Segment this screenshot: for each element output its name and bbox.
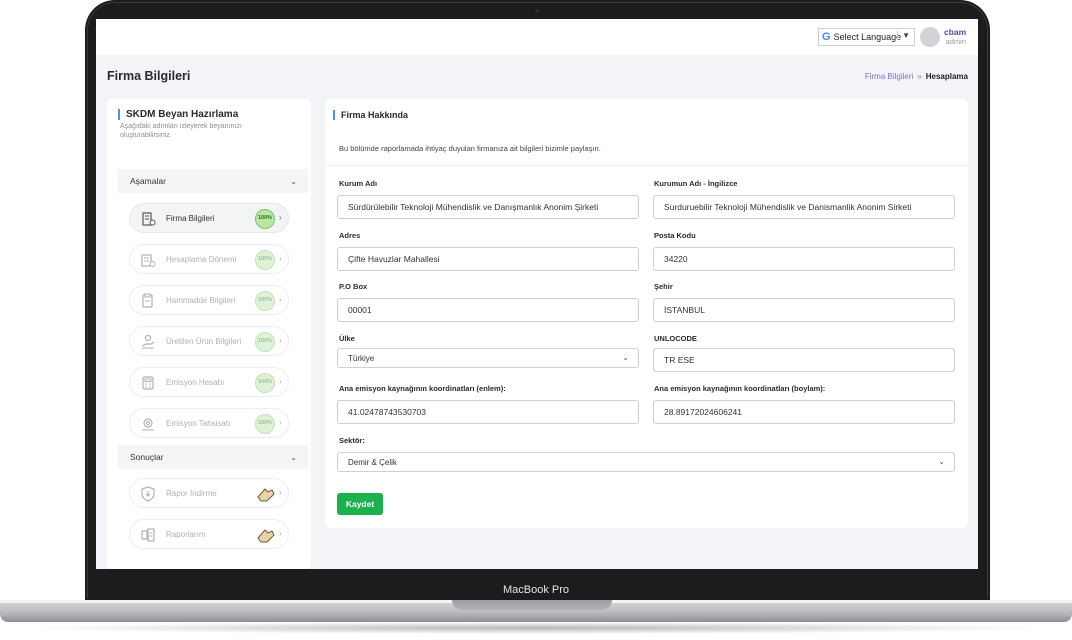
chevron-down-icon: ⌄ (622, 353, 629, 362)
chevron-right-icon: › (279, 529, 282, 538)
language-select-label: Select Language (833, 32, 902, 42)
form-title: Firma Hakkında (333, 110, 408, 120)
step-label: Hammadde Bilgileri (166, 295, 236, 305)
label-kurum-adi: Kurum Adı (339, 179, 378, 188)
save-button[interactable]: Kaydet (337, 493, 383, 515)
posta-kodu-input[interactable]: 34220 (653, 247, 955, 271)
chevron-down-icon: ⌄ (290, 176, 297, 186)
step-emisyon-tahsisati[interactable]: Emisyon Tahsisatı 100% › (129, 408, 289, 438)
unlocode-input[interactable]: TR ESE (653, 348, 955, 372)
chevron-right-icon: › (279, 295, 282, 304)
chevron-right-icon: › (279, 254, 282, 263)
steps-panel: SKDM Beyan Hazırlama Aşağıdaki adımları … (107, 99, 311, 569)
progress-badge: 100% (255, 414, 275, 434)
progress-badge: 100% (255, 291, 275, 311)
divider (325, 165, 968, 166)
laptop-shadow (20, 622, 1052, 634)
app-screen: G Select Language ▼ cbam admin Firma Bil… (96, 19, 978, 569)
result-label: Rapor İndirme (166, 488, 217, 498)
sehir-input[interactable]: İSTANBUL (653, 298, 955, 322)
device-model-label: MacBook Pro (502, 584, 570, 596)
chevron-right-icon: › (279, 488, 282, 497)
result-raporlarim[interactable]: Raporlarım › (129, 519, 289, 549)
section-stages-label: Aşamalar (130, 176, 166, 186)
label-kurum-adi-en: Kurumun Adı - İngilizce (654, 179, 738, 188)
step-uretilen-urun-bilgileri[interactable]: Üretilen Ürün Bilgileri 100% › (129, 326, 289, 356)
label-sehir: Şehir (654, 282, 673, 291)
kurum-adi-en-input[interactable]: Surduruebilir Teknoloji Mühendislik ve D… (653, 195, 955, 219)
page-title: Firma Bilgileri (107, 69, 191, 83)
google-icon: G (822, 31, 831, 43)
label-unlocode: UNLOCODE (654, 334, 697, 343)
sektor-select[interactable]: Demir & Çelik ⌄ (337, 452, 955, 472)
label-sektor: Sektör: (339, 436, 365, 445)
form-description: Bu bölümde raporlamada ihtiyaç duyulan f… (339, 144, 601, 153)
gear-money-icon (142, 418, 154, 431)
boylam-input[interactable]: 28.89172024606241 (653, 400, 955, 424)
panel-title: SKDM Beyan Hazırlama (118, 109, 238, 120)
progress-badge: 100% (255, 332, 275, 352)
step-firma-bilgileri[interactable]: Firma Bilgileri 100% › (129, 203, 289, 233)
step-hesaplama-donemi[interactable]: Hesaplama Dönemi 100% › (129, 244, 289, 274)
breadcrumb-separator: » (917, 72, 922, 81)
chevron-right-icon: › (279, 418, 282, 427)
chevron-right-icon: › (279, 213, 282, 222)
company-form-card: Firma Hakkında Bu bölümde raporlamada ih… (325, 99, 968, 528)
label-po-box: P.O Box (339, 282, 368, 291)
label-boylam: Ana emisyon kaynağının koordinatları (bo… (654, 384, 826, 393)
chevron-right-icon: › (279, 377, 282, 386)
user-role: admin (945, 37, 966, 46)
hand-pointer-icon (257, 488, 275, 502)
breadcrumb-link[interactable]: Firma Bilgileri (865, 72, 913, 81)
building-coins-icon (142, 212, 156, 226)
ulke-select[interactable]: Türkiye ⌄ (337, 348, 639, 368)
report-list-icon (141, 528, 155, 542)
label-ulke: Ülke (339, 334, 355, 343)
adres-input[interactable]: Çifte Havuzlar Mahallesi (337, 247, 639, 271)
step-label: Üretilen Ürün Bilgileri (166, 336, 242, 346)
step-label: Emisyon Tahsisatı (166, 418, 231, 428)
result-rapor-indirme[interactable]: Rapor İndirme › (129, 478, 289, 508)
box-clipboard-icon (142, 293, 153, 308)
label-enlem: Ana emisyon kaynağının koordinatları (en… (339, 384, 506, 393)
laptop-notch (452, 600, 612, 610)
progress-badge: 100% (255, 373, 275, 393)
step-label: Firma Bilgileri (166, 213, 215, 223)
section-results[interactable]: Sonuçlar ⌄ (118, 445, 308, 469)
label-adres: Adres (339, 231, 361, 240)
section-stages[interactable]: Aşamalar ⌄ (118, 169, 308, 193)
po-box-input[interactable]: 00001 (337, 298, 639, 322)
hand-pointer-icon (257, 529, 275, 543)
step-hammadde-bilgileri[interactable]: Hammadde Bilgileri 100% › (129, 285, 289, 315)
breadcrumb: Firma Bilgileri » Hesaplama (865, 72, 968, 81)
language-select[interactable]: G Select Language ▼ (818, 28, 915, 46)
chevron-down-icon: ⌄ (938, 457, 945, 466)
enlem-input[interactable]: 41.02478743530703 (337, 400, 639, 424)
ulke-select-value: Türkiye (348, 353, 375, 363)
step-label: Emisyon Hesabı (166, 377, 225, 387)
progress-badge: 100% (255, 209, 275, 229)
calculator-icon (142, 376, 154, 390)
top-bar: G Select Language ▼ cbam admin (96, 19, 978, 55)
calendar-building-icon (141, 254, 156, 267)
user-name[interactable]: cbam (944, 27, 966, 37)
section-results-label: Sonuçlar (130, 452, 164, 462)
sektor-select-value: Demir & Çelik (348, 457, 397, 467)
label-posta-kodu: Posta Kodu (654, 231, 696, 240)
chevron-down-icon: ⌄ (290, 452, 297, 462)
chevron-right-icon: › (279, 336, 282, 345)
kurum-adi-input[interactable]: Sürdürülebilir Teknoloji Mühendislik ve … (337, 195, 639, 219)
result-label: Raporlarım (166, 529, 206, 539)
avatar[interactable] (920, 27, 940, 47)
progress-badge: 100% (255, 250, 275, 270)
camera-dot (535, 9, 539, 13)
breadcrumb-current: Hesaplama (925, 72, 968, 81)
step-emisyon-hesabi[interactable]: Emisyon Hesabı 100% › (129, 367, 289, 397)
step-label: Hesaplama Dönemi (166, 254, 237, 264)
hand-coins-icon (141, 334, 155, 349)
panel-subtitle: Aşağıdaki adımları izleyerek beyanınızı … (120, 123, 242, 139)
dropdown-arrow-icon: ▼ (897, 31, 910, 40)
shield-download-icon (141, 486, 155, 502)
